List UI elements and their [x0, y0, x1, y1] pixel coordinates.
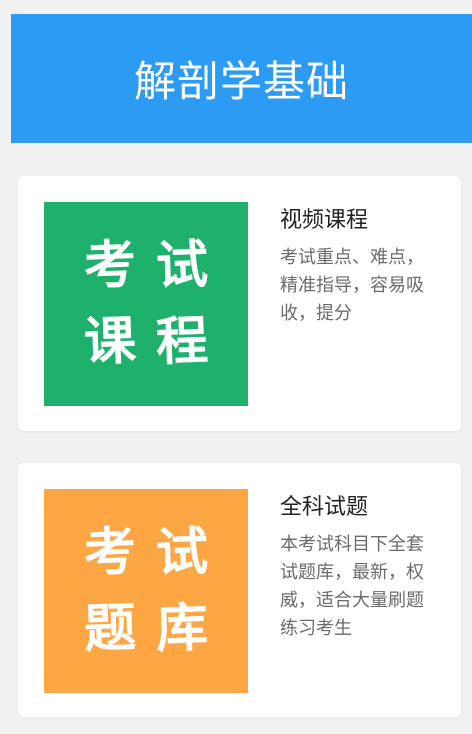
question-bank-tile-image[interactable]: 考 试 题 库 — [44, 489, 248, 693]
tile-char: 考 — [82, 235, 138, 297]
card-title[interactable]: 全科试题 — [280, 493, 440, 523]
tile-char: 程 — [154, 311, 210, 373]
tile-char: 题 — [82, 598, 138, 660]
card-title[interactable]: 视频课程 — [280, 206, 440, 236]
header-banner: 解剖学基础 — [11, 14, 472, 143]
tile-char: 库 — [154, 598, 210, 660]
video-course-card[interactable]: 考 试 课 程 视频课程 考试重点、难点，精准指导，容易吸收，提分 — [18, 176, 461, 431]
question-bank-card[interactable]: 考 试 题 库 全科试题 本考试科目下全套试题库，最新，权威，适合大量刷题练习考… — [18, 463, 461, 717]
tile-char: 试 — [154, 522, 210, 584]
video-course-tile-image[interactable]: 考 试 课 程 — [44, 202, 248, 406]
tile-char: 课 — [82, 311, 138, 373]
card-text: 全科试题 本考试科目下全套试题库，最新，权威，适合大量刷题练习考生 — [280, 493, 440, 643]
card-description: 本考试科目下全套试题库，最新，权威，适合大量刷题练习考生 — [280, 534, 424, 639]
tile-char: 考 — [82, 522, 138, 584]
card-text: 视频课程 考试重点、难点，精准指导，容易吸收，提分 — [280, 206, 440, 328]
card-description: 考试重点、难点，精准指导，容易吸收，提分 — [280, 247, 424, 324]
page-title: 解剖学基础 — [133, 57, 349, 106]
tile-char: 试 — [154, 235, 210, 297]
